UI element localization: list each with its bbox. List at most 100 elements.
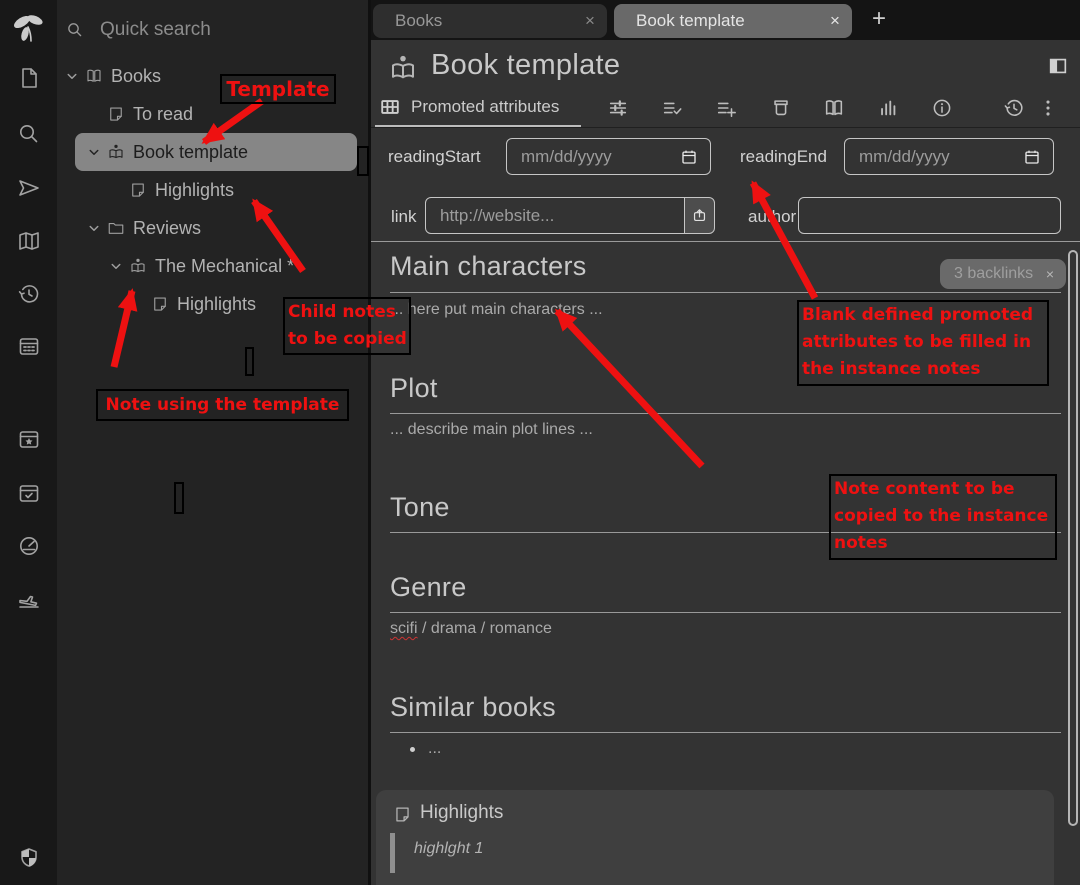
search-icon: [66, 21, 84, 39]
genre-rest: / drama / romance: [418, 620, 552, 637]
folder-icon: [107, 219, 125, 237]
tab-label: Book template: [614, 11, 818, 31]
grid-icon: [379, 96, 401, 118]
section-body-genre[interactable]: scifi / drama / romance: [390, 620, 552, 638]
tab-label: Books: [373, 11, 573, 31]
stray-annotation-mark: [357, 146, 369, 176]
section-heading-similar-books: Similar books: [390, 692, 556, 723]
chevron-down-icon[interactable]: [107, 257, 129, 275]
close-icon[interactable]: ×: [818, 11, 852, 31]
stray-annotation-mark: [174, 482, 184, 514]
backlinks-label: 3 backlinks: [954, 265, 1046, 283]
annotation-child-notes: Child notes to be copied: [283, 297, 411, 355]
open-link-button[interactable]: [684, 197, 715, 234]
book-open-icon: [85, 67, 103, 85]
child-note-card[interactable]: Highlights highlght 1: [376, 790, 1054, 885]
trilium-logo-icon[interactable]: [11, 12, 45, 46]
list-item[interactable]: ...: [428, 740, 441, 758]
heading-rule: [390, 612, 1061, 613]
recent-changes-icon[interactable]: [17, 282, 41, 306]
travel-icon[interactable]: [17, 587, 41, 611]
annotation-blank-attributes: Blank defined promoted attributes to be …: [797, 300, 1049, 386]
author-text-input[interactable]: [798, 197, 1061, 234]
calendar-icon[interactable]: [1023, 148, 1041, 166]
list-plus-icon[interactable]: [715, 97, 737, 119]
reading-start-label: readingStart: [388, 147, 481, 167]
bar-chart-icon[interactable]: [877, 97, 899, 119]
section-body-plot[interactable]: ... describe main plot lines ...: [390, 421, 593, 439]
reading-start-date-input[interactable]: mm/dd/yyyy: [506, 138, 711, 175]
calendar-icon[interactable]: [680, 148, 698, 166]
reading-end-date-input[interactable]: mm/dd/yyyy: [844, 138, 1054, 175]
book-reader-icon: [107, 143, 125, 161]
chevron-down-icon[interactable]: [85, 219, 107, 237]
sliders-icon[interactable]: [607, 97, 629, 119]
tree-item-label: The Mechanical *: [155, 256, 294, 277]
link-url-input[interactable]: http://website...: [425, 197, 685, 234]
tree-item-book-template[interactable]: Book template: [75, 133, 357, 171]
search-icon[interactable]: [17, 122, 41, 146]
reading-end-label: readingEnd: [740, 147, 827, 167]
tasks-icon[interactable]: [17, 481, 41, 505]
backlinks-badge[interactable]: 3 backlinks ×: [940, 259, 1066, 289]
heading-rule: [390, 732, 1061, 733]
date-placeholder: mm/dd/yyyy: [521, 147, 680, 167]
note-icon: [107, 105, 125, 123]
info-circle-icon[interactable]: [931, 97, 953, 119]
split-pane-icon[interactable]: [1047, 55, 1069, 77]
today-icon[interactable]: [17, 427, 41, 451]
note-map-icon[interactable]: [17, 229, 41, 253]
list-check-icon[interactable]: [661, 97, 683, 119]
tree-item-label: Books: [111, 66, 161, 87]
launcher-bar: [0, 0, 57, 885]
jump-to-note-icon[interactable]: [17, 176, 41, 200]
annotation-note-content: Note content to be copied to the instanc…: [829, 474, 1057, 560]
dashboard-icon[interactable]: [17, 534, 41, 558]
close-icon[interactable]: ×: [1046, 266, 1054, 282]
archive-icon[interactable]: [770, 97, 792, 119]
tree-item-label: To read: [133, 104, 193, 125]
tab-book-template[interactable]: Book template ×: [614, 4, 852, 38]
blockquote-text[interactable]: highlght 1: [414, 840, 483, 858]
tab-bar: Books × Book template × +: [371, 0, 1080, 40]
tree-item-label: Highlights: [155, 180, 234, 201]
section-heading-genre: Genre: [390, 572, 467, 603]
tree-item-highlights[interactable]: Highlights: [57, 171, 368, 209]
new-note-icon[interactable]: [17, 66, 41, 90]
tree-item-reviews[interactable]: Reviews: [57, 209, 368, 247]
tab-books[interactable]: Books ×: [373, 4, 607, 38]
new-tab-button[interactable]: +: [865, 6, 893, 34]
divider: [371, 241, 1080, 242]
quick-search-input[interactable]: [98, 18, 362, 42]
book-reader-icon: [388, 53, 418, 83]
active-tab-underline: [375, 125, 581, 127]
note-detail-panel: Books × Book template × + Book template …: [368, 0, 1080, 885]
calendar-icon[interactable]: [17, 334, 41, 358]
ribbon-tab-label: Promoted attributes: [411, 97, 559, 117]
close-icon[interactable]: ×: [573, 11, 607, 31]
more-menu-icon[interactable]: [1037, 97, 1059, 119]
section-heading-main-characters: Main characters: [390, 251, 587, 282]
author-label: author: [748, 207, 796, 227]
note-icon: [151, 295, 169, 313]
child-note-title[interactable]: Highlights: [420, 802, 503, 824]
section-body-main-characters[interactable]: ... here put main characters ...: [390, 301, 603, 319]
date-placeholder: mm/dd/yyyy: [859, 147, 1023, 167]
note-tree-panel: Books To read Book template Highlights R: [57, 0, 368, 885]
chevron-down-icon[interactable]: [63, 67, 85, 85]
tree-item-label: Highlights: [177, 294, 256, 315]
blockquote-bar: [390, 833, 395, 873]
chevron-down-icon[interactable]: [85, 143, 107, 161]
tree-item-the-mechanical[interactable]: The Mechanical *: [57, 247, 368, 285]
section-heading-tone: Tone: [390, 492, 450, 523]
heading-rule: [390, 292, 1061, 293]
book-open-icon[interactable]: [823, 97, 845, 119]
note-title[interactable]: Book template: [431, 49, 620, 82]
scrollbar-thumb[interactable]: [1068, 250, 1078, 826]
app-window: Books To read Book template Highlights R: [0, 0, 1080, 885]
quick-search[interactable]: [62, 10, 362, 50]
revisions-history-icon[interactable]: [1003, 97, 1025, 119]
tree-item-label: Book template: [133, 142, 248, 163]
protected-session-icon[interactable]: [17, 846, 41, 870]
tab-promoted-attributes[interactable]: Promoted attributes: [375, 88, 559, 126]
